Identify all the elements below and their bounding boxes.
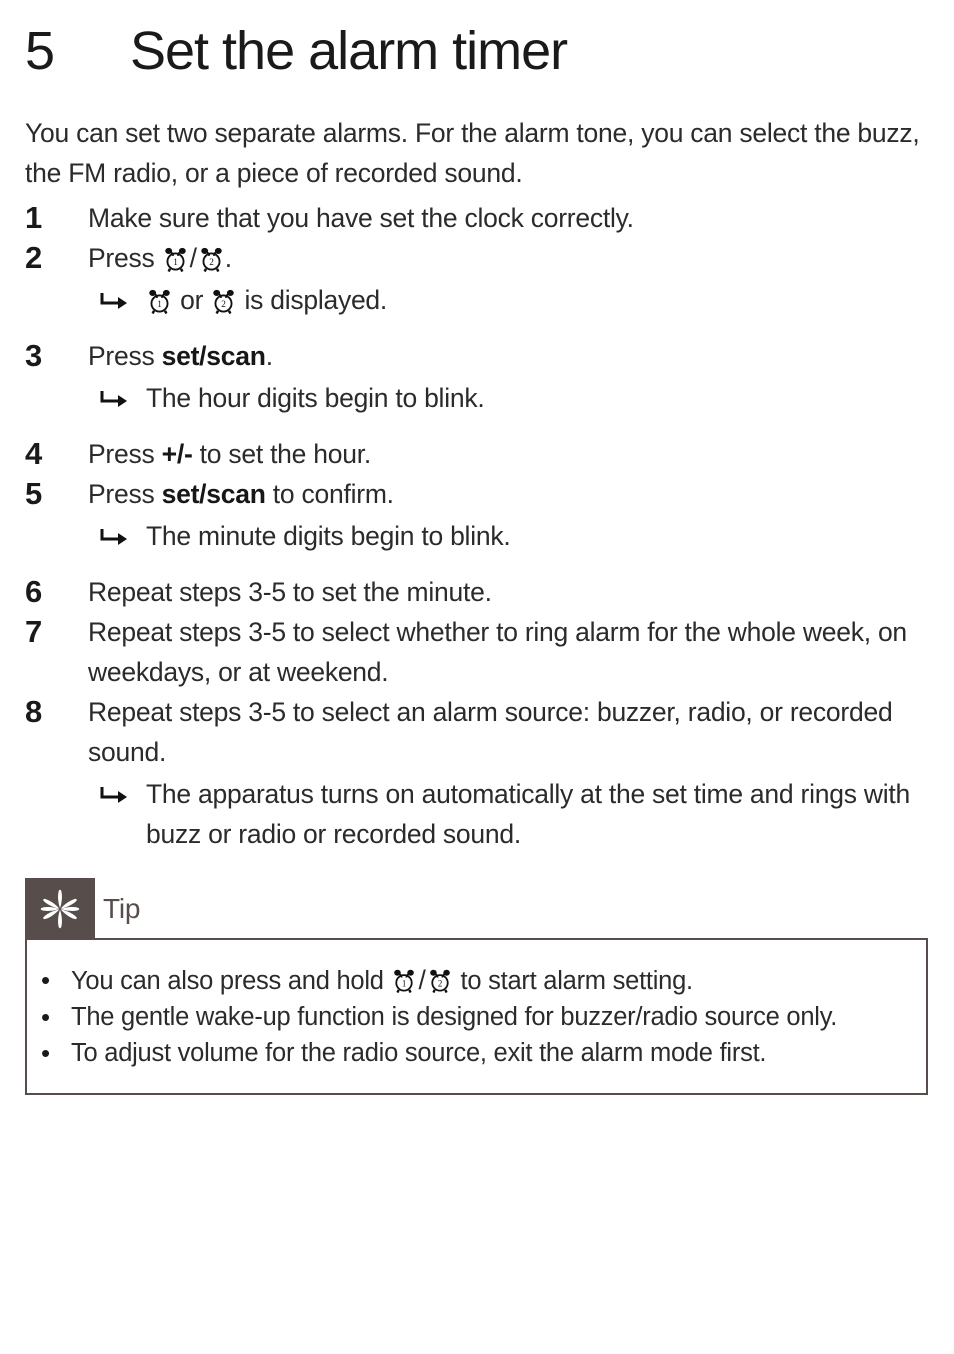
- alarm-clock-2-icon: 2: [211, 288, 236, 314]
- result-text: The minute digits begin to blink.: [146, 521, 511, 551]
- step-item-6: 6 Repeat steps 3-5 to set the minute.: [25, 572, 925, 612]
- tip-badge: [25, 878, 95, 939]
- svg-text:2: 2: [209, 258, 214, 268]
- step-text-before: Press: [88, 341, 162, 371]
- step-text: Repeat steps 3-5 to select an alarm sour…: [88, 697, 893, 767]
- step-result: 1 or 2 is displayed.: [88, 280, 925, 320]
- alarm-clock-1-icon: 1: [147, 288, 172, 314]
- step-number: 5: [25, 476, 42, 511]
- tip-item-text: To adjust volume for the radio source, e…: [71, 1039, 767, 1067]
- tip-list-item: • To adjust volume for the radio source,…: [27, 1035, 926, 1071]
- step-text-before: Press: [88, 479, 162, 509]
- step-bold-term: set/scan: [161, 341, 266, 371]
- result-text: The apparatus turns on automatically at …: [146, 779, 910, 849]
- step-item-3: 3 Press set/scan. The hour digits begin …: [25, 336, 925, 418]
- step-item-7: 7 Repeat steps 3-5 to select whether to …: [25, 612, 925, 692]
- icon-separator: /: [418, 965, 426, 995]
- step-text-after: .: [224, 243, 232, 273]
- tip-block: Tip • You can also press and hold 1 / 2 to…: [25, 878, 928, 1095]
- step-item-8: 8 Repeat steps 3-5 to select an alarm so…: [25, 692, 925, 854]
- tip-label: Tip: [103, 893, 141, 924]
- tip-text-before: You can also press and hold: [71, 967, 391, 995]
- step-item-2: 2 Press 1 / 2. 1 or 2 is displayed.: [25, 238, 925, 320]
- step-number: 2: [25, 240, 42, 275]
- alarm-clock-1-icon: 1: [392, 968, 417, 994]
- page-title: 5 Set the alarm timer: [25, 24, 925, 78]
- step-text: Repeat steps 3-5 to set the minute.: [88, 577, 492, 607]
- tip-box: • You can also press and hold 1 / 2 to sta…: [25, 938, 928, 1095]
- step-number: 6: [25, 574, 42, 609]
- alarm-clock-2-icon: 2: [428, 968, 453, 994]
- svg-text:2: 2: [438, 978, 442, 988]
- chapter-title: Set the alarm timer: [130, 21, 568, 81]
- result-after-text: is displayed.: [244, 285, 388, 315]
- result-text: 1 or 2 is displayed.: [146, 280, 925, 320]
- step-number: 4: [25, 436, 42, 471]
- tip-item-text: You can also press and hold 1 / 2 to start…: [71, 962, 926, 999]
- asterisk-flower-icon: [37, 886, 83, 932]
- step-number: 1: [25, 200, 42, 235]
- svg-text:1: 1: [173, 258, 178, 268]
- step-item-4: 4 Press +/- to set the hour.: [25, 434, 925, 474]
- step-text: Press set/scan to confirm.: [88, 474, 925, 514]
- steps-list: 1 Make sure that you have set the clock …: [25, 198, 925, 854]
- result-text: The hour digits begin to blink.: [146, 383, 485, 413]
- tip-list-item: • The gentle wake-up function is designe…: [27, 999, 926, 1035]
- svg-text:1: 1: [401, 978, 405, 988]
- step-item-5: 5 Press set/scan to confirm. The minute …: [25, 474, 925, 556]
- step-number: 8: [25, 694, 42, 729]
- result-arrow-icon: [88, 280, 146, 309]
- step-text: Repeat steps 3-5 to select whether to ri…: [88, 617, 907, 687]
- step-text-after: to set the hour.: [192, 439, 372, 469]
- result-mid-text: or: [180, 285, 204, 315]
- result-arrow-icon: [88, 516, 146, 545]
- bullet-icon: •: [41, 1038, 51, 1068]
- intro-paragraph: You can set two separate alarms. For the…: [25, 118, 920, 188]
- step-text-after: to confirm.: [265, 479, 394, 509]
- step-number: 3: [25, 338, 42, 373]
- icon-separator: /: [189, 243, 197, 273]
- step-text: Press set/scan.: [88, 336, 925, 376]
- tip-item-text: The gentle wake-up function is designed …: [71, 1003, 838, 1031]
- svg-text:2: 2: [222, 300, 227, 310]
- step-bold-term: +/-: [161, 439, 193, 469]
- alarm-clock-1-icon: 1: [163, 246, 188, 272]
- step-text: Press 1 / 2.: [88, 238, 925, 278]
- tip-list-item: • You can also press and hold 1 / 2 to sta…: [27, 962, 926, 999]
- svg-text:1: 1: [157, 300, 162, 310]
- step-text-before: Press: [88, 439, 162, 469]
- step-text-before: Press: [88, 243, 162, 273]
- result-arrow-icon: [88, 774, 146, 803]
- step-number: 7: [25, 614, 42, 649]
- step-result: The minute digits begin to blink.: [88, 516, 925, 556]
- result-arrow-icon: [88, 378, 146, 407]
- step-bold-term: set/scan: [161, 479, 266, 509]
- step-result: The hour digits begin to blink.: [88, 378, 925, 418]
- step-result: The apparatus turns on automatically at …: [88, 774, 925, 854]
- step-text-after: .: [265, 341, 273, 371]
- tip-text-after: to start alarm setting.: [453, 967, 694, 995]
- step-item-1: 1 Make sure that you have set the clock …: [25, 198, 925, 238]
- manual-page: 5 Set the alarm timer You can set two se…: [0, 0, 954, 1354]
- bullet-icon: •: [41, 1002, 51, 1032]
- bullet-icon: •: [41, 965, 51, 995]
- alarm-clock-2-icon: 2: [199, 246, 224, 272]
- step-text: Make sure that you have set the clock co…: [88, 203, 634, 233]
- step-text: Press +/- to set the hour.: [88, 434, 925, 474]
- chapter-number: 5: [25, 21, 55, 81]
- tip-header: Tip: [25, 878, 928, 939]
